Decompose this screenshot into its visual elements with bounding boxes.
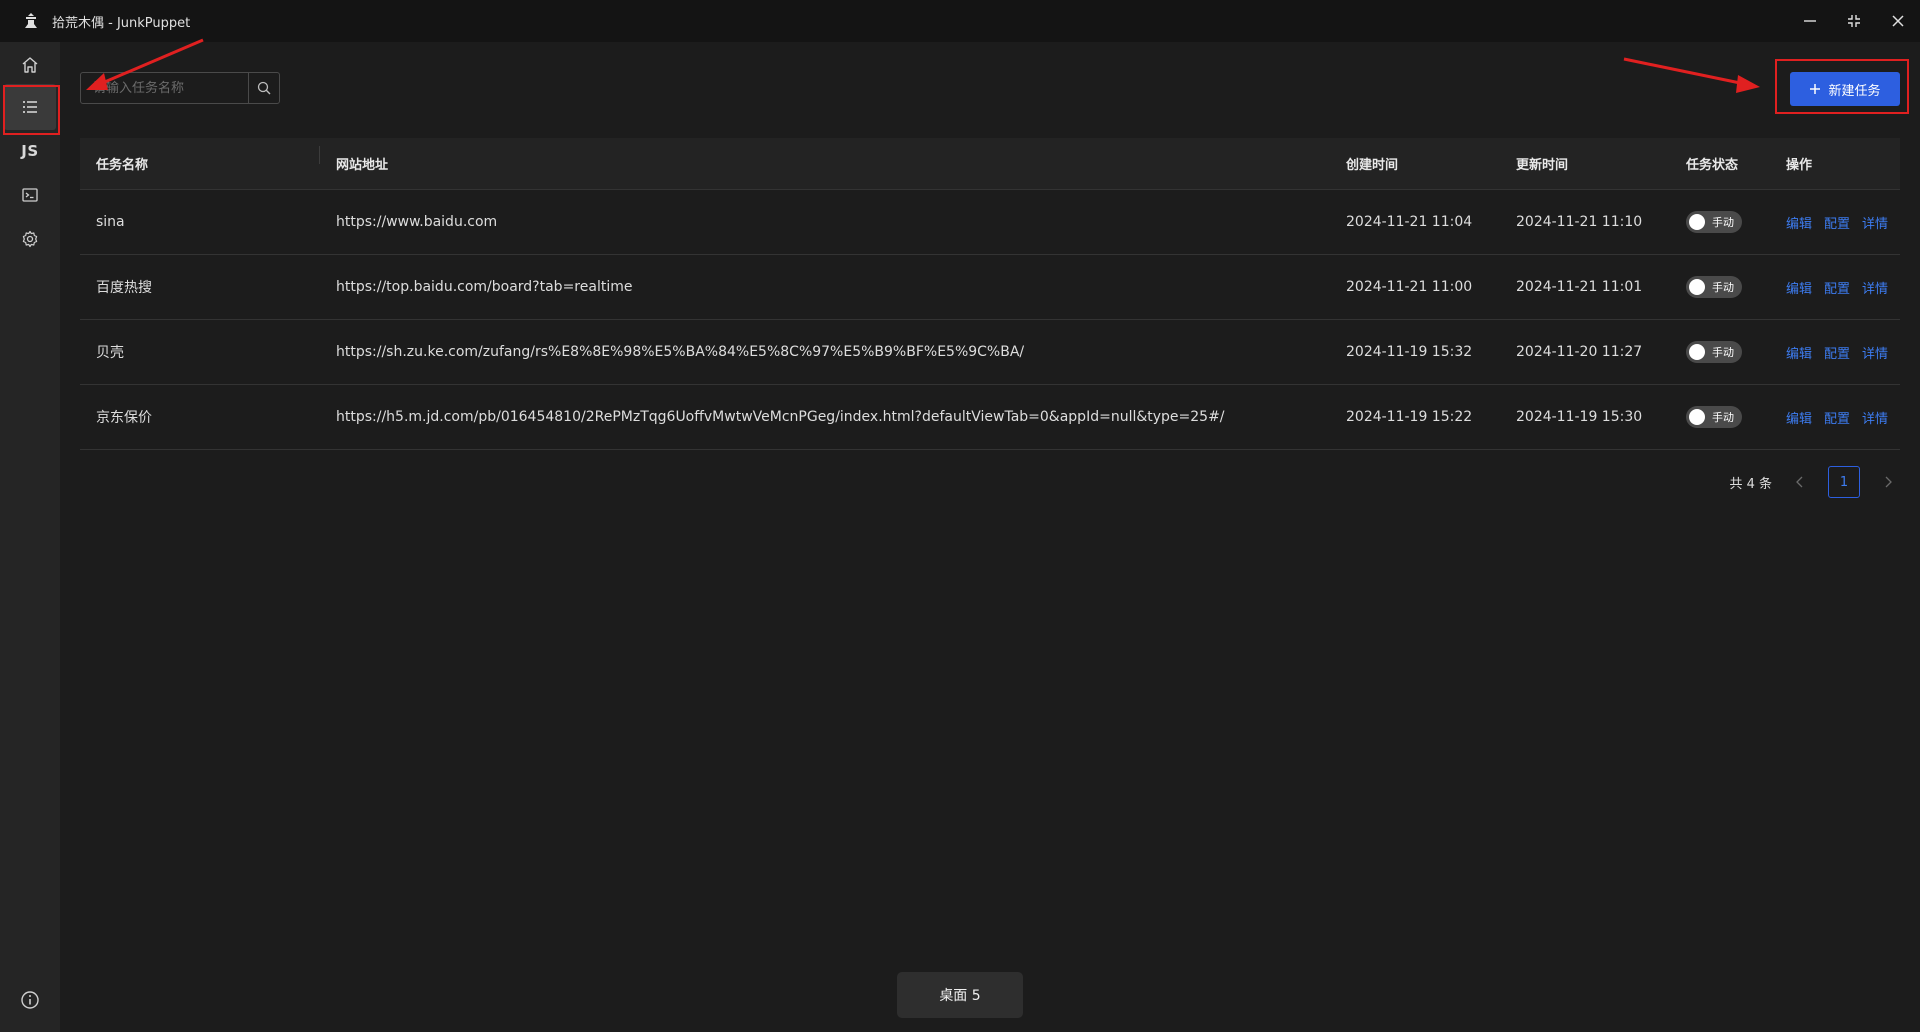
task-url: https://sh.zu.ke.com/zufang/rs%E8%8E%98%… <box>336 344 1025 360</box>
desktop-toast: 桌面 5 <box>897 972 1023 1018</box>
status-label: 手动 <box>1712 411 1734 424</box>
task-name: 百度热搜 <box>96 280 152 296</box>
task-created: 2024-11-21 11:04 <box>1346 214 1473 230</box>
edit-link[interactable]: 编辑 <box>1786 213 1812 232</box>
minimize-button[interactable] <box>1788 0 1832 42</box>
task-name: sina <box>96 214 125 230</box>
table-row: 京东保价 https://h5.m.jd.com/pb/016454810/2R… <box>80 385 1900 450</box>
task-table: 任务名称 网站地址 创建时间 更新时间 任务状态 操作 sina https:/… <box>80 138 1900 450</box>
list-icon <box>23 101 37 113</box>
sidebar-item-console[interactable] <box>4 172 56 218</box>
minimize-icon <box>1804 20 1816 22</box>
task-created: 2024-11-21 11:00 <box>1346 279 1473 295</box>
chevron-left-icon <box>1796 476 1803 488</box>
sidebar-item-scripts[interactable]: JS <box>4 128 56 174</box>
puppet-logo-icon <box>20 10 42 32</box>
edit-link[interactable]: 编辑 <box>1786 343 1812 362</box>
js-label: JS <box>21 142 39 160</box>
about-button[interactable] <box>0 980 60 1020</box>
status-label: 手动 <box>1712 281 1734 294</box>
status-label: 手动 <box>1712 346 1734 359</box>
task-updated: 2024-11-19 15:30 <box>1516 409 1643 425</box>
gear-icon <box>22 230 38 248</box>
task-name: 贝壳 <box>96 345 124 361</box>
window-controls <box>1788 0 1920 42</box>
config-link[interactable]: 配置 <box>1824 343 1850 362</box>
new-task-label: 新建任务 <box>1828 83 1881 99</box>
restore-button[interactable] <box>1832 0 1876 42</box>
sidebar: JS <box>0 42 60 1032</box>
title-bar: 拾荒木偶 - JunkPuppet <box>0 0 1920 42</box>
search-icon <box>257 81 271 95</box>
info-icon <box>21 991 39 1009</box>
table-row: 贝壳 https://sh.zu.ke.com/zufang/rs%E8%8E%… <box>80 320 1900 385</box>
task-created: 2024-11-19 15:22 <box>1346 409 1473 425</box>
search-input[interactable] <box>81 73 248 103</box>
column-header-status: 任务状态 <box>1686 158 1739 173</box>
details-link[interactable]: 详情 <box>1862 278 1888 297</box>
column-header-name: 任务名称 <box>80 146 320 173</box>
task-created: 2024-11-19 15:32 <box>1346 344 1473 360</box>
close-icon <box>1892 15 1904 27</box>
window-title: 拾荒木偶 - JunkPuppet <box>52 15 191 31</box>
edit-link[interactable]: 编辑 <box>1786 408 1812 427</box>
task-updated: 2024-11-21 11:01 <box>1516 279 1643 295</box>
details-link[interactable]: 详情 <box>1862 408 1888 427</box>
column-header-updated: 更新时间 <box>1516 158 1569 173</box>
terminal-icon <box>22 188 38 202</box>
table-row: 百度热搜 https://top.baidu.com/board?tab=rea… <box>80 255 1900 320</box>
chevron-right-icon <box>1885 476 1892 488</box>
restore-icon <box>1848 15 1860 27</box>
column-header-url: 网站地址 <box>336 158 389 173</box>
task-updated: 2024-11-20 11:27 <box>1516 344 1643 360</box>
column-header-actions: 操作 <box>1786 158 1813 173</box>
task-name: 京东保价 <box>96 410 152 426</box>
status-toggle[interactable]: 手动 <box>1686 211 1742 233</box>
status-toggle[interactable]: 手动 <box>1686 276 1742 298</box>
sidebar-item-settings[interactable] <box>4 216 56 262</box>
plus-icon <box>1810 84 1821 94</box>
toggle-knob <box>1689 409 1705 425</box>
status-toggle[interactable]: 手动 <box>1686 406 1742 428</box>
total-count: 共 4 条 <box>1729 476 1772 492</box>
task-url: https://top.baidu.com/board?tab=realtime <box>336 279 633 295</box>
edit-link[interactable]: 编辑 <box>1786 278 1812 297</box>
home-icon <box>22 57 38 73</box>
config-link[interactable]: 配置 <box>1824 408 1850 427</box>
main-content: 新建任务 任务名称 网站地址 创建时间 更新时间 任务状态 操作 sina ht… <box>60 42 1920 1032</box>
toggle-knob <box>1689 344 1705 360</box>
toggle-knob <box>1689 279 1705 295</box>
status-toggle[interactable]: 手动 <box>1686 341 1742 363</box>
sidebar-item-tasks[interactable] <box>4 84 56 130</box>
new-task-button[interactable]: 新建任务 <box>1790 72 1900 106</box>
toggle-knob <box>1689 214 1705 230</box>
prev-page-button[interactable] <box>1788 476 1812 488</box>
table-row: sina https://www.baidu.com 2024-11-21 11… <box>80 190 1900 255</box>
close-button[interactable] <box>1876 0 1920 42</box>
status-label: 手动 <box>1712 216 1734 229</box>
page-number[interactable]: 1 <box>1828 466 1860 498</box>
details-link[interactable]: 详情 <box>1862 343 1888 362</box>
column-header-created: 创建时间 <box>1346 158 1399 173</box>
config-link[interactable]: 配置 <box>1824 213 1850 232</box>
details-link[interactable]: 详情 <box>1862 213 1888 232</box>
search-box <box>80 72 280 104</box>
task-updated: 2024-11-21 11:10 <box>1516 214 1643 230</box>
next-page-button[interactable] <box>1876 476 1900 488</box>
config-link[interactable]: 配置 <box>1824 278 1850 297</box>
task-url: https://h5.m.jd.com/pb/016454810/2RePMzT… <box>336 409 1225 425</box>
table-header: 任务名称 网站地址 创建时间 更新时间 任务状态 操作 <box>80 138 1900 190</box>
task-url: https://www.baidu.com <box>336 214 498 230</box>
sidebar-item-home[interactable] <box>4 42 56 88</box>
pagination: 共 4 条 1 <box>1729 466 1900 498</box>
search-button[interactable] <box>248 73 279 103</box>
